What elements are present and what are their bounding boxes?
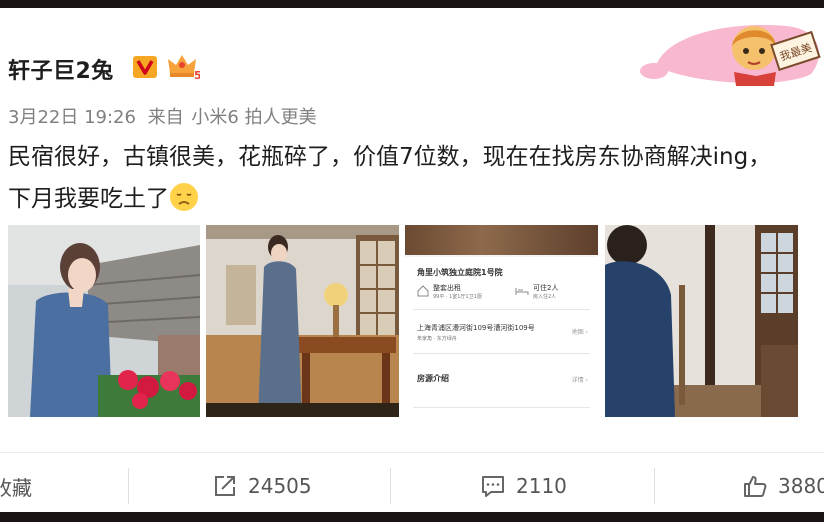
sad-face-emoji: [170, 183, 198, 211]
listing-divider-2: [413, 353, 590, 354]
listing-feature2: 可住2人: [533, 284, 559, 292]
post-photo-3[interactable]: 角里小筑独立庭院1号院 整套出租 99平 · 1室1厅1卫1厨 可住2人 房入住…: [405, 225, 598, 417]
action-bar-divider: [0, 452, 824, 453]
comment-button[interactable]: 2110: [480, 466, 567, 506]
comment-count: 2110: [516, 474, 567, 498]
listing-feature1: 整套出租: [433, 284, 461, 292]
listing-title: 角里小筑独立庭院1号院: [417, 268, 503, 277]
post-meta: 3月22日 19:26 来自 小米6 拍人更美: [8, 103, 323, 129]
source-prefix: 来自: [147, 107, 184, 128]
listing-divider-1: [413, 309, 590, 310]
vip-level-text: 5: [194, 69, 200, 81]
like-button[interactable]: 3880: [742, 466, 824, 506]
comment-icon: [482, 476, 504, 497]
listing-address-sub: 朱家角 · 东方绿舟: [417, 336, 457, 342]
listing-detail-link: 详情 ›: [571, 377, 588, 384]
listing-section-title: 房源介绍: [417, 374, 449, 383]
weibo-post-card: 我最美 轩子巨2兔 5 3月22日 19:26 来自 小米6 拍人更美 民宿很好…: [0, 8, 824, 512]
post-text-line2-wrap: 下月我要吃土了: [8, 178, 824, 220]
post-text: 民宿很好，古镇很美，花瓶碎了，价值7位数，现在在找房东协商解决ing， 下月我要…: [8, 136, 824, 220]
favorite-label: 收藏: [0, 475, 32, 500]
listing-address: 上海青浦区漕河街109号漕河街109号: [417, 324, 535, 332]
action-separator-3: [654, 468, 655, 504]
top-frame-bar: [0, 0, 824, 8]
favorite-button[interactable]: 收藏: [0, 466, 32, 506]
post-photo-2[interactable]: [206, 225, 399, 417]
verified-v-icon[interactable]: [132, 55, 158, 79]
listing-feature2-sub: 房入住2人: [533, 294, 557, 300]
username[interactable]: 轩子巨2兔: [8, 53, 114, 85]
post-source[interactable]: 小米6 拍人更美: [191, 107, 316, 128]
thumbs-up-icon: [744, 476, 767, 497]
listing-map-link: 地图 ›: [571, 329, 588, 336]
post-text-line2: 下月我要吃土了: [8, 186, 169, 212]
bed-icon: [515, 288, 529, 295]
post-photo-4[interactable]: [605, 225, 798, 417]
action-separator-1: [128, 468, 129, 504]
listing-banner: [405, 225, 598, 255]
like-count: 3880: [778, 474, 824, 498]
listing-divider-3: [413, 407, 590, 408]
vip-crown-5-icon[interactable]: 5: [166, 53, 200, 81]
bottom-frame-bar: [0, 512, 824, 522]
action-separator-2: [390, 468, 391, 504]
post-text-line1: 民宿很好，古镇很美，花瓶碎了，价值7位数，现在在找房东协商解决ing，: [8, 144, 772, 170]
repost-count: 24505: [248, 474, 312, 498]
listing-card: 角里小筑独立庭院1号院 整套出租 99平 · 1室1厅1卫1厨 可住2人 房入住…: [405, 257, 598, 417]
repost-button[interactable]: 24505: [212, 466, 312, 506]
house-icon: [417, 285, 429, 297]
post-photo-1[interactable]: [8, 225, 200, 417]
post-date[interactable]: 3月22日 19:26: [8, 107, 136, 128]
cartoon-avatar-decoration: 我最美: [640, 25, 821, 86]
repost-icon: [215, 476, 235, 496]
listing-feature1-sub: 99平 · 1室1厅1卫1厨: [433, 294, 482, 300]
